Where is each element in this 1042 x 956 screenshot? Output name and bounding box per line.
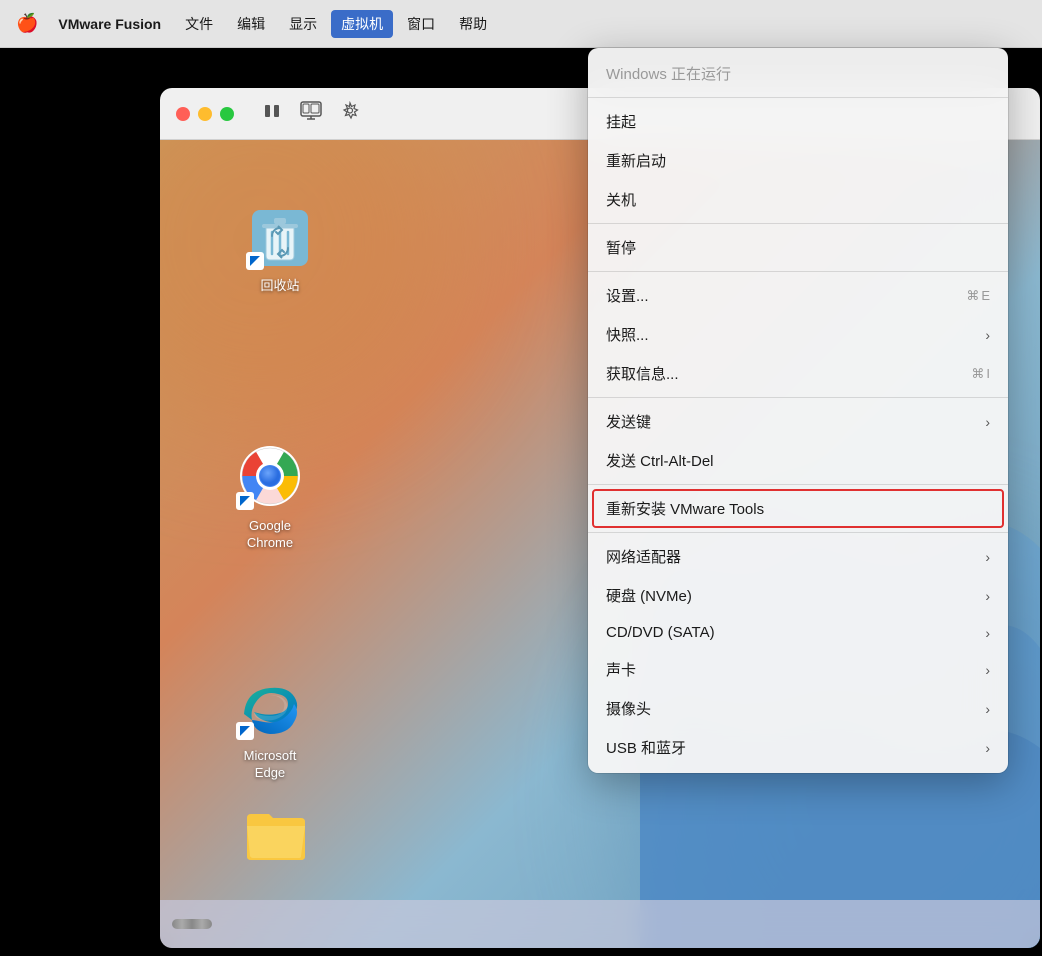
sound-chevron: › bbox=[985, 662, 990, 678]
menu-item-network-adapter[interactable]: 网络适配器 › bbox=[588, 537, 1008, 576]
menu-item-sound[interactable]: 声卡 › bbox=[588, 650, 1008, 689]
cd-dvd-chevron: › bbox=[985, 625, 990, 641]
recycle-bin-icon[interactable]: 回收站 bbox=[230, 200, 330, 295]
taskbar bbox=[160, 900, 1040, 948]
edge-image bbox=[234, 670, 306, 742]
send-key-chevron: › bbox=[985, 414, 990, 430]
menu-item-camera[interactable]: 摄像头 › bbox=[588, 689, 1008, 728]
recycle-bin-shortcut-badge bbox=[246, 252, 264, 270]
menu-vm[interactable]: 虚拟机 bbox=[331, 10, 393, 38]
recycle-bin-image bbox=[244, 200, 316, 272]
vm-dropdown-menu: Windows 正在运行 挂起 重新启动 关机 暂停 设置... ⌘E 快照..… bbox=[588, 48, 1008, 773]
hard-disk-chevron: › bbox=[985, 588, 990, 604]
menu-item-cd-dvd[interactable]: CD/DVD (SATA) › bbox=[588, 615, 1008, 650]
minimize-button[interactable] bbox=[198, 107, 212, 121]
menu-item-hard-disk[interactable]: 硬盘 (NVMe) › bbox=[588, 576, 1008, 615]
close-button[interactable] bbox=[176, 107, 190, 121]
edge-shortcut-badge bbox=[236, 722, 254, 740]
menu-window[interactable]: 窗口 bbox=[397, 10, 445, 38]
maximize-button[interactable] bbox=[220, 107, 234, 121]
menu-vmware-fusion[interactable]: VMware Fusion bbox=[48, 12, 171, 36]
camera-chevron: › bbox=[985, 701, 990, 717]
menu-item-reinstall-vmware-tools[interactable]: 重新安装 VMware Tools bbox=[592, 489, 1004, 528]
folder-image bbox=[243, 804, 307, 862]
snapshots-chevron: › bbox=[985, 327, 990, 343]
network-adapter-chevron: › bbox=[985, 549, 990, 565]
screen-icon[interactable] bbox=[300, 101, 322, 126]
menu-item-shutdown[interactable]: 关机 bbox=[588, 180, 1008, 219]
chrome-image bbox=[234, 440, 306, 512]
dropdown-header: Windows 正在运行 bbox=[588, 54, 1008, 93]
menu-view[interactable]: 显示 bbox=[279, 10, 327, 38]
dropdown-header-text: Windows 正在运行 bbox=[606, 63, 731, 84]
menu-item-snapshots[interactable]: 快照... › bbox=[588, 315, 1008, 354]
menu-item-ctrl-alt-del[interactable]: 发送 Ctrl-Alt-Del bbox=[588, 441, 1008, 480]
divider-1 bbox=[588, 223, 1008, 224]
menu-item-get-info[interactable]: 获取信息... ⌘I bbox=[588, 354, 1008, 393]
divider-2 bbox=[588, 271, 1008, 272]
chrome-shortcut-badge bbox=[236, 492, 254, 510]
edge-label: MicrosoftEdge bbox=[244, 748, 297, 782]
settings-shortcut: ⌘E bbox=[966, 288, 990, 304]
menu-item-usb-bluetooth[interactable]: USB 和蓝牙 › bbox=[588, 728, 1008, 767]
menu-item-pause[interactable]: 暂停 bbox=[588, 228, 1008, 267]
divider-5 bbox=[588, 532, 1008, 533]
menu-edit[interactable]: 编辑 bbox=[227, 10, 275, 38]
divider-0 bbox=[588, 97, 1008, 98]
get-info-shortcut: ⌘I bbox=[971, 366, 990, 382]
folder-icon[interactable] bbox=[225, 804, 325, 868]
menu-help[interactable]: 帮助 bbox=[449, 10, 497, 38]
apple-logo[interactable]: 🍎 bbox=[16, 13, 38, 34]
menu-file[interactable]: 文件 bbox=[175, 10, 223, 38]
divider-4 bbox=[588, 484, 1008, 485]
menu-item-suspend[interactable]: 挂起 bbox=[588, 102, 1008, 141]
taskbar-content bbox=[172, 919, 212, 929]
divider-3 bbox=[588, 397, 1008, 398]
recycle-bin-label: 回收站 bbox=[260, 278, 299, 295]
chrome-label: GoogleChrome bbox=[247, 518, 293, 552]
mac-menubar: 🍎 VMware Fusion 文件 编辑 显示 虚拟机 窗口 帮助 bbox=[0, 0, 1042, 48]
usb-bluetooth-chevron: › bbox=[985, 740, 990, 756]
settings-icon[interactable] bbox=[340, 101, 360, 126]
pause-icon[interactable] bbox=[262, 101, 282, 126]
menu-item-restart[interactable]: 重新启动 bbox=[588, 141, 1008, 180]
titlebar-icons bbox=[262, 101, 360, 126]
microsoft-edge-icon[interactable]: MicrosoftEdge bbox=[220, 670, 320, 782]
menu-item-settings[interactable]: 设置... ⌘E bbox=[588, 276, 1008, 315]
menu-item-send-key[interactable]: 发送键 › bbox=[588, 402, 1008, 441]
traffic-lights bbox=[176, 107, 234, 121]
google-chrome-icon[interactable]: GoogleChrome bbox=[220, 440, 320, 552]
